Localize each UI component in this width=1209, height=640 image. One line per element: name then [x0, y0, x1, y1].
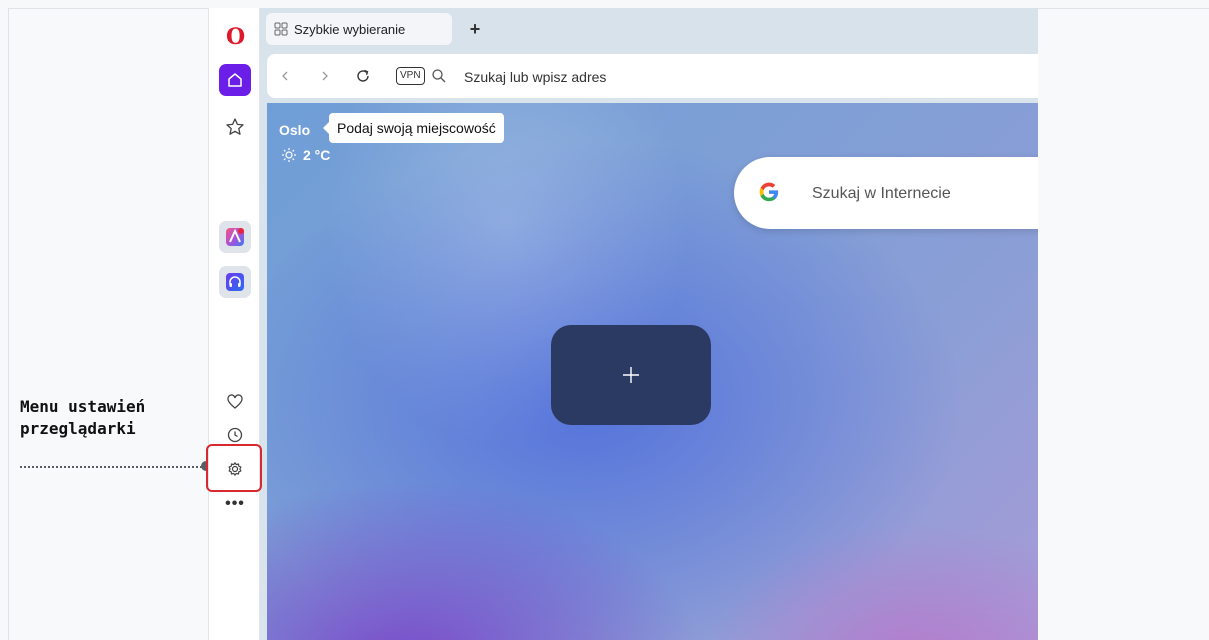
address-input[interactable] [462, 64, 966, 90]
speed-dial-page: Oslo Podaj swoją miejscowość 2 °C [267, 103, 1038, 640]
plus-icon [623, 367, 639, 383]
vpn-badge[interactable]: VPN [396, 67, 425, 85]
chevron-right-icon [322, 71, 328, 81]
reload-button[interactable] [353, 66, 373, 86]
weather-temperature: 2 °C [303, 147, 331, 163]
sidebar-item-aria[interactable] [219, 221, 251, 253]
annotation-line-2: przeglądarki [20, 419, 136, 438]
google-logo-icon [759, 182, 779, 202]
back-button[interactable] [275, 66, 295, 86]
weather-city[interactable]: Oslo [279, 122, 310, 138]
forward-button[interactable] [315, 66, 335, 86]
heart-icon [227, 394, 243, 409]
clock-icon [227, 427, 243, 443]
grid-icon [274, 22, 288, 36]
annotation-pointer-line [20, 466, 202, 468]
location-tooltip: Podaj swoją miejscowość [323, 113, 504, 143]
sidebar-item-bookmarks[interactable] [219, 111, 251, 143]
tab-label: Szybkie wybieranie [294, 21, 406, 37]
home-icon [228, 73, 242, 87]
headphones-icon [226, 273, 244, 291]
annotation-label: Menu ustawień przeglądarki [20, 396, 200, 440]
reload-icon [357, 69, 369, 82]
opera-logo-icon[interactable]: O [226, 26, 245, 48]
new-tab-button[interactable]: + [464, 18, 486, 40]
star-icon [226, 118, 244, 135]
sidebar-item-music[interactable] [219, 266, 251, 298]
add-speed-dial-button[interactable] [551, 325, 711, 425]
annotation-line-1: Menu ustawień [20, 397, 146, 416]
more-icon[interactable]: ••• [219, 488, 251, 520]
address-bar: VPN [267, 54, 1038, 98]
aria-icon [226, 228, 244, 246]
sidebar-item-home[interactable] [219, 64, 251, 96]
browser-window: O ••• Szybkie wybieranie + VPN Szukaj lu… [208, 8, 1038, 640]
settings-highlight-box [206, 444, 262, 492]
tab-bar: Szybkie wybieranie + [260, 8, 1038, 50]
sun-icon [282, 148, 296, 162]
google-search-input[interactable] [810, 181, 1038, 207]
tab-speed-dial[interactable]: Szybkie wybieranie [266, 13, 452, 45]
search-icon [429, 66, 449, 86]
sidebar: O ••• [208, 8, 260, 640]
google-search-box[interactable] [734, 157, 1038, 229]
sidebar-item-favorites[interactable] [219, 386, 251, 418]
weather-widget[interactable]: 2 °C [281, 147, 330, 163]
chevron-left-icon [282, 71, 288, 81]
